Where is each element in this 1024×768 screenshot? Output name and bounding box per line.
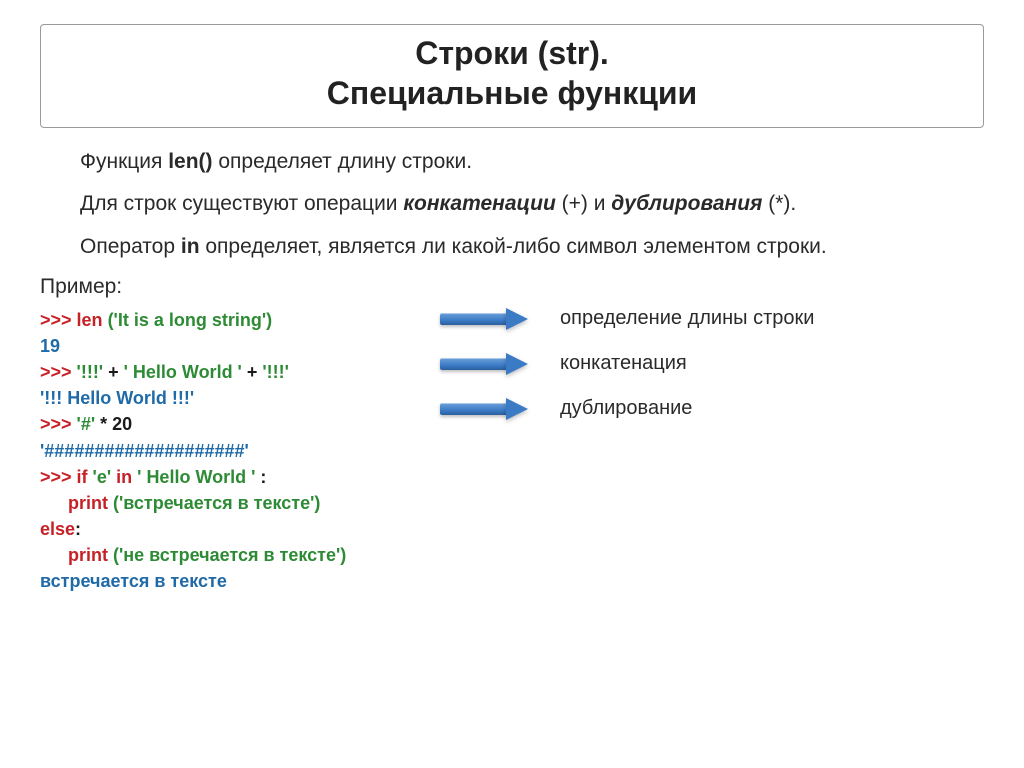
term-concatenation: конкатенации — [403, 192, 555, 215]
title-line2: Специальные функции — [327, 75, 697, 111]
annotations: определение длины строки конкатенация ду… — [440, 307, 984, 420]
caption-concat: конкатенация — [560, 352, 687, 375]
arrow-right-icon — [440, 353, 530, 375]
code-line-2: 19 — [40, 333, 410, 359]
code-block: >>> len ('It is a long string') 19 >>> '… — [40, 307, 410, 594]
caption-length: определение длины строки — [560, 307, 814, 330]
annotation-row-1: определение длины строки — [440, 307, 984, 330]
code-line-4: '!!! Hello World !!!' — [40, 385, 410, 411]
code-line-10: print ('не встречается в тексте') — [40, 542, 410, 568]
slide-title: Строки (str). Специальные функции — [53, 33, 971, 113]
arrow-right-icon — [440, 398, 530, 420]
paragraph-len: Функция len() определяет длину строки. — [40, 148, 984, 176]
op-in: in — [181, 235, 200, 258]
example-columns: >>> len ('It is a long string') 19 >>> '… — [40, 307, 984, 594]
caption-dup: дублирование — [560, 397, 692, 420]
fn-len: len() — [168, 150, 212, 173]
annotation-row-3: дублирование — [440, 397, 984, 420]
slide: Строки (str). Специальные функции Функци… — [0, 0, 1024, 604]
code-line-3: >>> '!!!' + ' Hello World ' + '!!!' — [40, 359, 410, 385]
example-label: Пример: — [40, 275, 984, 299]
code-line-8: print ('встречается в тексте') — [40, 490, 410, 516]
annotation-row-2: конкатенация — [440, 352, 984, 375]
code-line-11: встречается в тексте — [40, 568, 410, 594]
code-line-9: else: — [40, 516, 410, 542]
paragraph-ops: Для строк существуют операции конкатенац… — [40, 190, 984, 218]
code-line-1: >>> len ('It is a long string') — [40, 307, 410, 333]
code-line-7: >>> if 'e' in ' Hello World ' : — [40, 464, 410, 490]
term-duplication: дублирования — [611, 192, 762, 215]
title-box: Строки (str). Специальные функции — [40, 24, 984, 128]
paragraph-in: Оператор in определяет, является ли како… — [40, 233, 984, 261]
arrow-right-icon — [440, 308, 530, 330]
title-line1: Строки (str). — [415, 35, 609, 71]
code-line-6: '####################' — [40, 438, 410, 464]
code-line-5: >>> '#' * 20 — [40, 411, 410, 437]
